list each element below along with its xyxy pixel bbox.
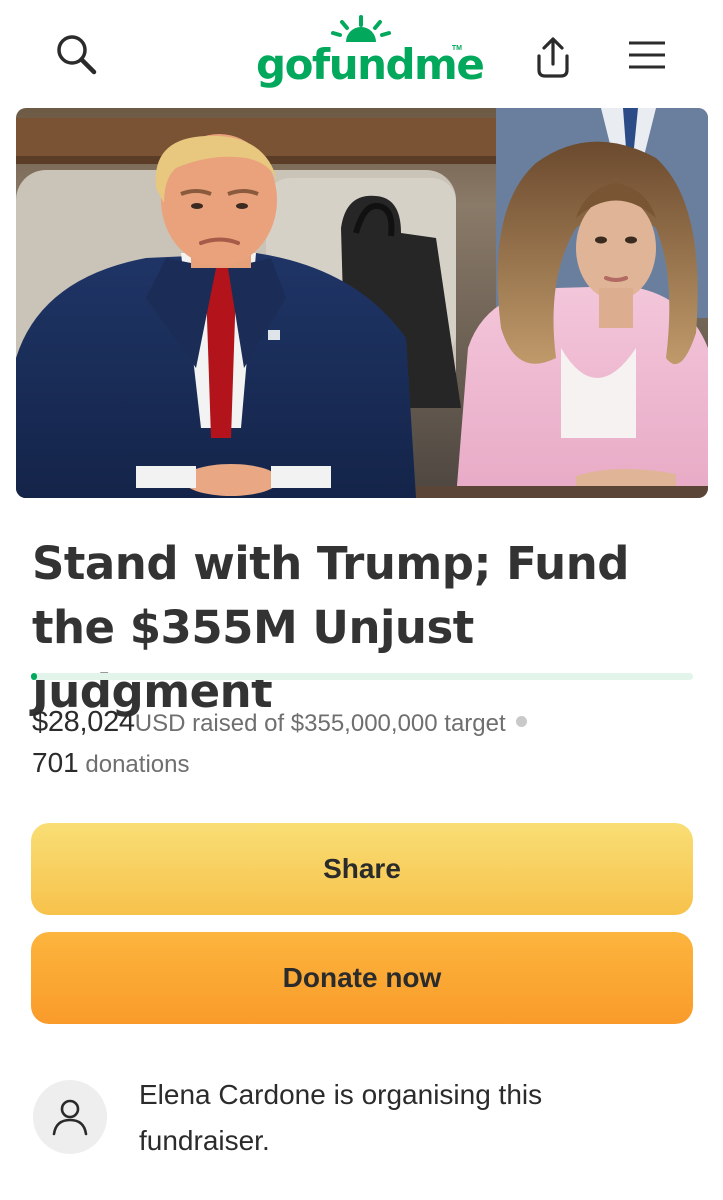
gofundme-logo[interactable]: gofundme TM bbox=[256, 14, 485, 94]
raised-target-text: USD raised of $355,000,000 target bbox=[134, 710, 506, 737]
donations-summary[interactable]: 701 donations bbox=[32, 745, 189, 783]
search-icon bbox=[57, 35, 97, 75]
logo-wordmark: gofundme bbox=[256, 40, 485, 89]
hamburger-menu-icon bbox=[629, 41, 665, 69]
logo-trademark: TM bbox=[451, 45, 462, 52]
user-icon bbox=[52, 1099, 88, 1136]
share-page-button[interactable] bbox=[526, 30, 580, 84]
menu-button[interactable] bbox=[620, 30, 674, 80]
organiser-text: Elena Cardone is organising this fundrai… bbox=[139, 1079, 543, 1156]
raised-amount: $28,024 bbox=[32, 706, 135, 738]
search-button[interactable] bbox=[50, 28, 104, 82]
campaign-title: Stand with Trump; Fund the $355M Unjust … bbox=[32, 537, 629, 718]
campaign-hero-image[interactable] bbox=[16, 108, 708, 498]
donate-now-button[interactable]: Donate now bbox=[31, 932, 693, 1024]
progress-bar-fill bbox=[31, 673, 37, 680]
progress-bar bbox=[31, 673, 693, 680]
raised-summary: $28,024USD raised of $355,000,000 target bbox=[32, 704, 527, 742]
donation-count: 701 bbox=[32, 747, 79, 778]
donation-label: donations bbox=[85, 751, 190, 778]
share-button[interactable]: Share bbox=[31, 823, 693, 915]
organiser-avatar[interactable] bbox=[33, 1080, 107, 1154]
share-upload-icon bbox=[537, 37, 569, 78]
top-nav-bar: gofundme TM bbox=[0, 0, 723, 100]
separator-dot bbox=[515, 716, 527, 728]
hero-photo bbox=[16, 108, 708, 498]
